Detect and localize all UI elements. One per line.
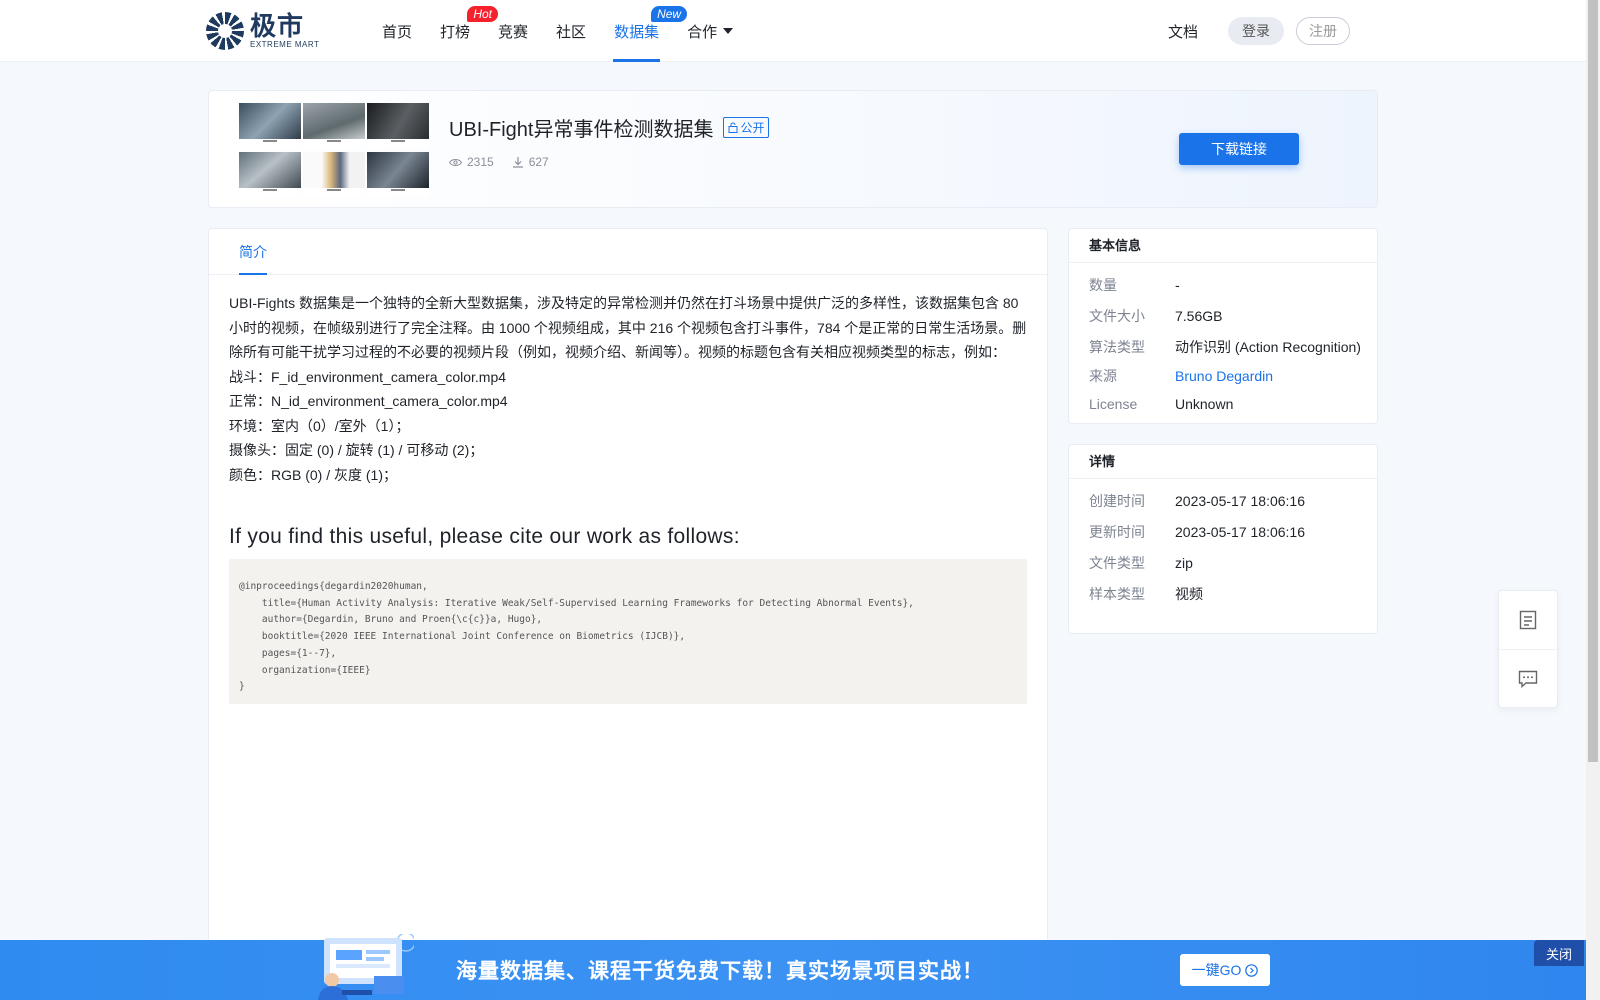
citation-code-block[interactable]: @inproceedings{degardin2020human, title=… xyxy=(229,559,1027,704)
promo-banner: 海量数据集、课程干货免费下载！真实场景项目实战！ 一键GO xyxy=(0,934,1586,1000)
register-button[interactable]: 注册 xyxy=(1296,17,1350,45)
thumbnail xyxy=(303,103,365,148)
caret-down-icon xyxy=(723,28,734,34)
dataset-title: UBI-Fight异常事件检测数据集 xyxy=(449,119,714,141)
description-line: 战斗：F_id_environment_camera_color.mp4 xyxy=(229,368,507,385)
download-icon xyxy=(512,157,523,168)
dataset-cover-image xyxy=(239,103,429,197)
document-float-button[interactable] xyxy=(1499,591,1557,649)
basic-info-title: 基本信息 xyxy=(1069,229,1377,263)
top-navbar: 极市 EXTREME MART 首页 打榜 Hot 竞赛 社区 数据集 New … xyxy=(0,0,1586,62)
lock-icon xyxy=(728,122,738,133)
basic-info-card: 基本信息 数量 - 文件大小 7.56GB 算法类型 动作识别 (Action Rec… xyxy=(1068,228,1378,424)
nav-item-datasets[interactable]: 数据集 New xyxy=(600,0,688,62)
thumbnail xyxy=(303,152,365,197)
feedback-float-button[interactable] xyxy=(1499,649,1557,707)
description-line: 摄像头：固定 (0) / 旋转 (1) / 可移动 (2)； xyxy=(229,442,484,458)
info-row-file-size: 文件大小 7.56GB xyxy=(1089,307,1223,324)
login-button[interactable]: 登录 xyxy=(1228,17,1284,45)
dataset-header-card: UBI-Fight异常事件检测数据集 公开 2315 627 下载链接 xyxy=(208,90,1378,208)
info-row-count: 数量 - xyxy=(1089,276,1180,293)
download-link-button[interactable]: 下载链接 xyxy=(1179,133,1299,165)
document-icon xyxy=(1519,610,1537,630)
floating-toolbar xyxy=(1498,590,1558,708)
nav-item-community[interactable]: 社区 xyxy=(542,0,600,62)
description-text: UBI-Fights 数据集是一个独特的全新大型数据集，涉及特定的异常检测并仍然… xyxy=(209,275,1047,487)
detail-row-sample-type: 样本类型 视频 xyxy=(1089,585,1203,602)
message-icon xyxy=(1518,670,1538,688)
details-card: 详情 创建时间 2023-05-17 18:06:16 更新时间 2023-05-1… xyxy=(1068,444,1378,634)
nav-item-cooperation[interactable]: 合作 xyxy=(673,0,747,62)
detail-row-created: 创建时间 2023-05-17 18:06:16 xyxy=(1089,492,1305,509)
logo-text-en: EXTREME MART xyxy=(250,40,320,49)
description-line: 正常：N_id_environment_camera_color.mp4 xyxy=(229,393,508,409)
detail-row-updated: 更新时间 2023-05-17 18:06:16 xyxy=(1089,523,1305,540)
nav-item-competition[interactable]: 竞赛 xyxy=(484,0,542,62)
scrollbar-thumb[interactable] xyxy=(1588,0,1598,762)
source-link[interactable]: Bruno Degardin xyxy=(1175,368,1273,384)
tab-intro[interactable]: 简介 xyxy=(239,229,267,275)
info-row-algorithm-type: 算法类型 动作识别 (Action Recognition) xyxy=(1089,338,1361,355)
description-line: 环境：室内（0）/室外（1）； xyxy=(229,417,410,434)
banner-illustration xyxy=(318,934,414,1000)
details-title: 详情 xyxy=(1069,445,1377,479)
thumbnail xyxy=(367,152,429,197)
detail-row-file-type: 文件类型 zip xyxy=(1089,554,1193,571)
citation-heading: If you find this useful, please cite our… xyxy=(229,525,740,548)
banner-close-button[interactable]: 关闭 xyxy=(1534,940,1584,966)
logo-text-cn: 极市 xyxy=(250,11,305,41)
description-card: 简介 UBI-Fights 数据集是一个独特的全新大型数据集，涉及特定的异常检测… xyxy=(208,228,1048,1000)
description-paragraph: UBI-Fights 数据集是一个独特的全新大型数据集，涉及特定的异常检测并仍然… xyxy=(229,295,1027,360)
arrow-circle-right-icon xyxy=(1245,963,1259,977)
docs-link[interactable]: 文档 xyxy=(1168,21,1198,42)
visibility-tag: 公开 xyxy=(723,117,770,138)
main-nav: 首页 打榜 Hot 竞赛 社区 数据集 New 合作 xyxy=(368,0,747,62)
banner-text: 海量数据集、课程干货免费下载！真实场景项目实战！ xyxy=(456,958,984,983)
info-row-source: 来源 Bruno Degardin xyxy=(1089,368,1274,384)
description-line: 颜色：RGB (0) / 灰度 (1)； xyxy=(229,466,398,483)
logo[interactable]: 极市 EXTREME MART xyxy=(206,12,319,50)
thumbnail xyxy=(239,103,301,148)
page-scrollbar[interactable] xyxy=(1586,0,1600,1000)
logo-mark-icon xyxy=(206,12,244,50)
thumbnail xyxy=(239,152,301,197)
eye-icon xyxy=(449,158,462,166)
view-count: 2315 xyxy=(449,155,494,169)
download-count: 627 xyxy=(512,155,549,169)
thumbnail xyxy=(367,103,429,148)
tab-bar: 简介 xyxy=(209,229,1047,275)
banner-go-button[interactable]: 一键GO xyxy=(1180,954,1270,986)
info-row-license: License Unknown xyxy=(1089,396,1234,412)
nav-item-home[interactable]: 首页 xyxy=(368,0,426,62)
nav-item-leaderboard[interactable]: 打榜 Hot xyxy=(426,0,499,62)
